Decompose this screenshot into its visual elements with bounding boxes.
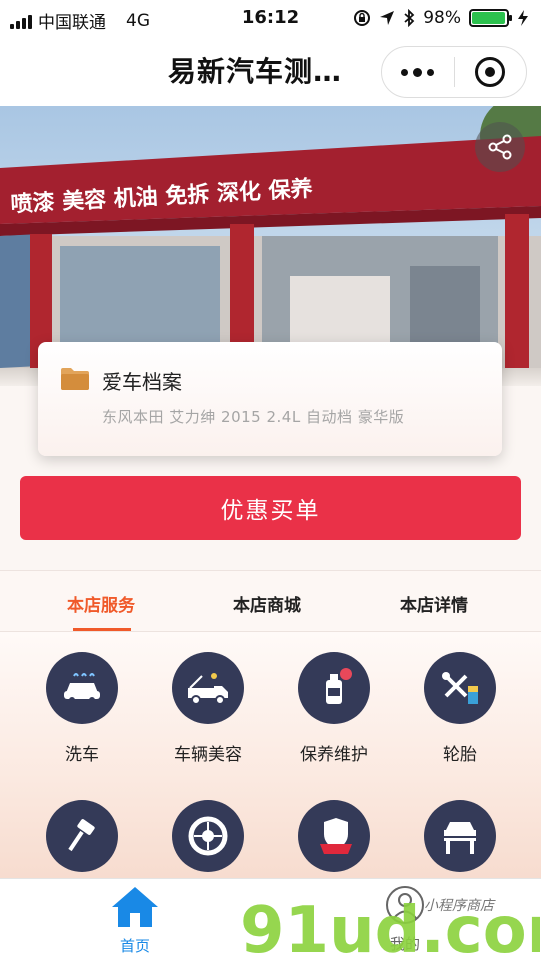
tabbar-home-label: 首页 [119, 937, 150, 955]
car-wash-icon [46, 652, 118, 724]
share-button[interactable] [475, 122, 525, 172]
mini-program-capsule [381, 46, 527, 98]
tools-icon [424, 652, 496, 724]
watermark-small-text: 小程序商店 [424, 898, 496, 914]
service-label: 保养维护 [300, 745, 368, 765]
service-item[interactable] [400, 800, 520, 878]
service-car-beauty[interactable]: 车辆美容 [148, 652, 268, 765]
page-title: 易新汽车测… [168, 55, 343, 88]
discount-pay-button[interactable]: 优惠买单 [20, 476, 521, 540]
folder-icon [61, 368, 89, 390]
hammer-icon [46, 800, 118, 872]
insurance-icon [298, 800, 370, 872]
service-label: 轮胎 [443, 745, 477, 765]
watermark-text: 91ud.com [240, 894, 540, 960]
close-mini-program-button[interactable] [455, 57, 527, 87]
service-label: 洗车 [65, 745, 99, 765]
car-profile-title: 爱车档案 [102, 370, 182, 394]
battery-icon [469, 9, 512, 27]
car-lift-icon [424, 800, 496, 872]
tire-icon [172, 800, 244, 872]
nav-bar: 易新汽车测… [0, 38, 541, 106]
service-item[interactable] [22, 800, 142, 878]
share-icon [488, 134, 512, 160]
tab-store-details[interactable]: 本店详情 [400, 591, 468, 616]
home-icon [112, 887, 158, 927]
tab-store-mall[interactable]: 本店商城 [233, 591, 301, 616]
service-item[interactable] [148, 800, 268, 878]
store-tabs: 本店服务 本店商城 本店详情 [0, 570, 541, 632]
status-bar: 中国联通 4G 16:12 98% [0, 0, 541, 38]
active-tab-indicator [73, 628, 131, 631]
car-profile-model: 东风本田 艾力绅 2015 2.4L 自动档 豪华版 [102, 408, 405, 426]
oil-bottle-icon [298, 652, 370, 724]
status-right: 98% [353, 8, 529, 28]
tow-truck-icon [172, 652, 244, 724]
battery-percent: 98% [423, 8, 461, 28]
location-icon [380, 11, 395, 25]
car-profile-card[interactable]: 爱车档案 东风本田 艾力绅 2015 2.4L 自动档 豪华版 [38, 342, 502, 456]
service-maintenance[interactable]: 保养维护 [274, 652, 394, 765]
rotation-lock-icon [354, 10, 371, 26]
service-tires[interactable]: 轮胎 [400, 652, 520, 765]
tabbar-home[interactable]: 首页 [100, 885, 170, 956]
bluetooth-icon [404, 9, 415, 27]
tab-store-services[interactable]: 本店服务 [67, 591, 135, 616]
service-item[interactable] [274, 800, 394, 878]
charging-icon [518, 10, 528, 26]
target-icon [475, 57, 506, 87]
service-label: 车辆美容 [174, 745, 242, 765]
services-grid: 洗车 车辆美容 保养维护 轮胎 [0, 632, 541, 878]
service-car-wash[interactable]: 洗车 [22, 652, 142, 765]
watermark-logo: 91ud.com 小程序商店 [240, 894, 540, 960]
more-menu-button[interactable] [382, 67, 454, 77]
